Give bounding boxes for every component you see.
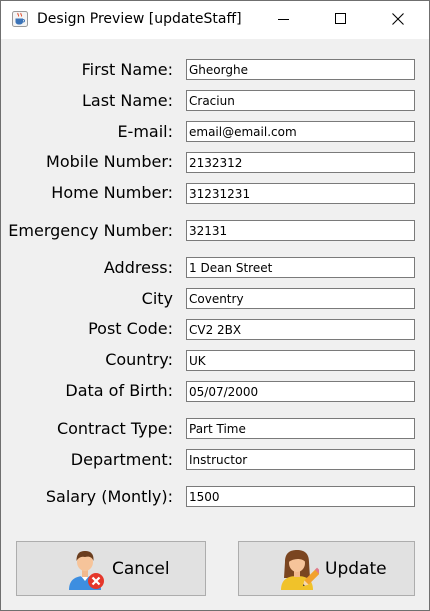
user-edit-icon <box>279 548 322 590</box>
contract-type-field[interactable] <box>186 418 415 439</box>
city-label: City <box>141 289 173 308</box>
last-name-field[interactable] <box>186 90 415 111</box>
last-name-label: Last Name: <box>81 91 173 110</box>
user-remove-icon <box>67 548 107 590</box>
first-name-field[interactable] <box>186 59 415 80</box>
cancel-button-label: Cancel <box>112 559 170 579</box>
date-of-birth-field[interactable] <box>186 381 415 402</box>
emergency-number-label: Emergency Number: <box>8 221 173 240</box>
close-button[interactable] <box>370 1 427 39</box>
maximize-icon <box>335 13 346 24</box>
email-field[interactable] <box>186 121 415 142</box>
country-label: Country: <box>105 350 173 369</box>
maximize-button[interactable] <box>313 1 370 39</box>
update-staff-window: Design Preview [updateStaff] First Name:… <box>0 0 430 611</box>
update-button[interactable]: Update <box>238 541 415 596</box>
address-label: Address: <box>103 258 173 277</box>
post-code-field[interactable] <box>186 319 415 340</box>
date-of-birth-label: Data of Birth: <box>65 381 173 400</box>
home-number-label: Home Number: <box>51 183 173 202</box>
city-field[interactable] <box>186 288 415 309</box>
update-button-label: Update <box>325 559 387 579</box>
minimize-icon <box>278 19 289 20</box>
department-field[interactable] <box>186 449 415 470</box>
mobile-number-label: Mobile Number: <box>46 152 173 171</box>
close-icon <box>392 13 404 25</box>
window-title: Design Preview [updateStaff] <box>37 11 242 27</box>
department-label: Department: <box>70 450 173 469</box>
home-number-field[interactable] <box>186 183 415 204</box>
post-code-label: Post Code: <box>88 319 173 338</box>
contract-type-label: Contract Type: <box>56 419 173 438</box>
emergency-number-field[interactable] <box>186 220 415 241</box>
salary-field[interactable] <box>186 486 415 507</box>
mobile-number-field[interactable] <box>186 152 415 173</box>
email-label: E-mail: <box>117 122 173 141</box>
minimize-button[interactable] <box>256 1 313 39</box>
title-bar: Design Preview [updateStaff] <box>1 1 429 39</box>
first-name-label: First Name: <box>81 60 173 79</box>
cancel-button[interactable]: Cancel <box>16 541 206 596</box>
salary-label: Salary (Montly): <box>45 487 173 506</box>
country-field[interactable] <box>186 350 415 371</box>
java-cup-icon <box>12 11 28 27</box>
address-field[interactable] <box>186 257 415 278</box>
